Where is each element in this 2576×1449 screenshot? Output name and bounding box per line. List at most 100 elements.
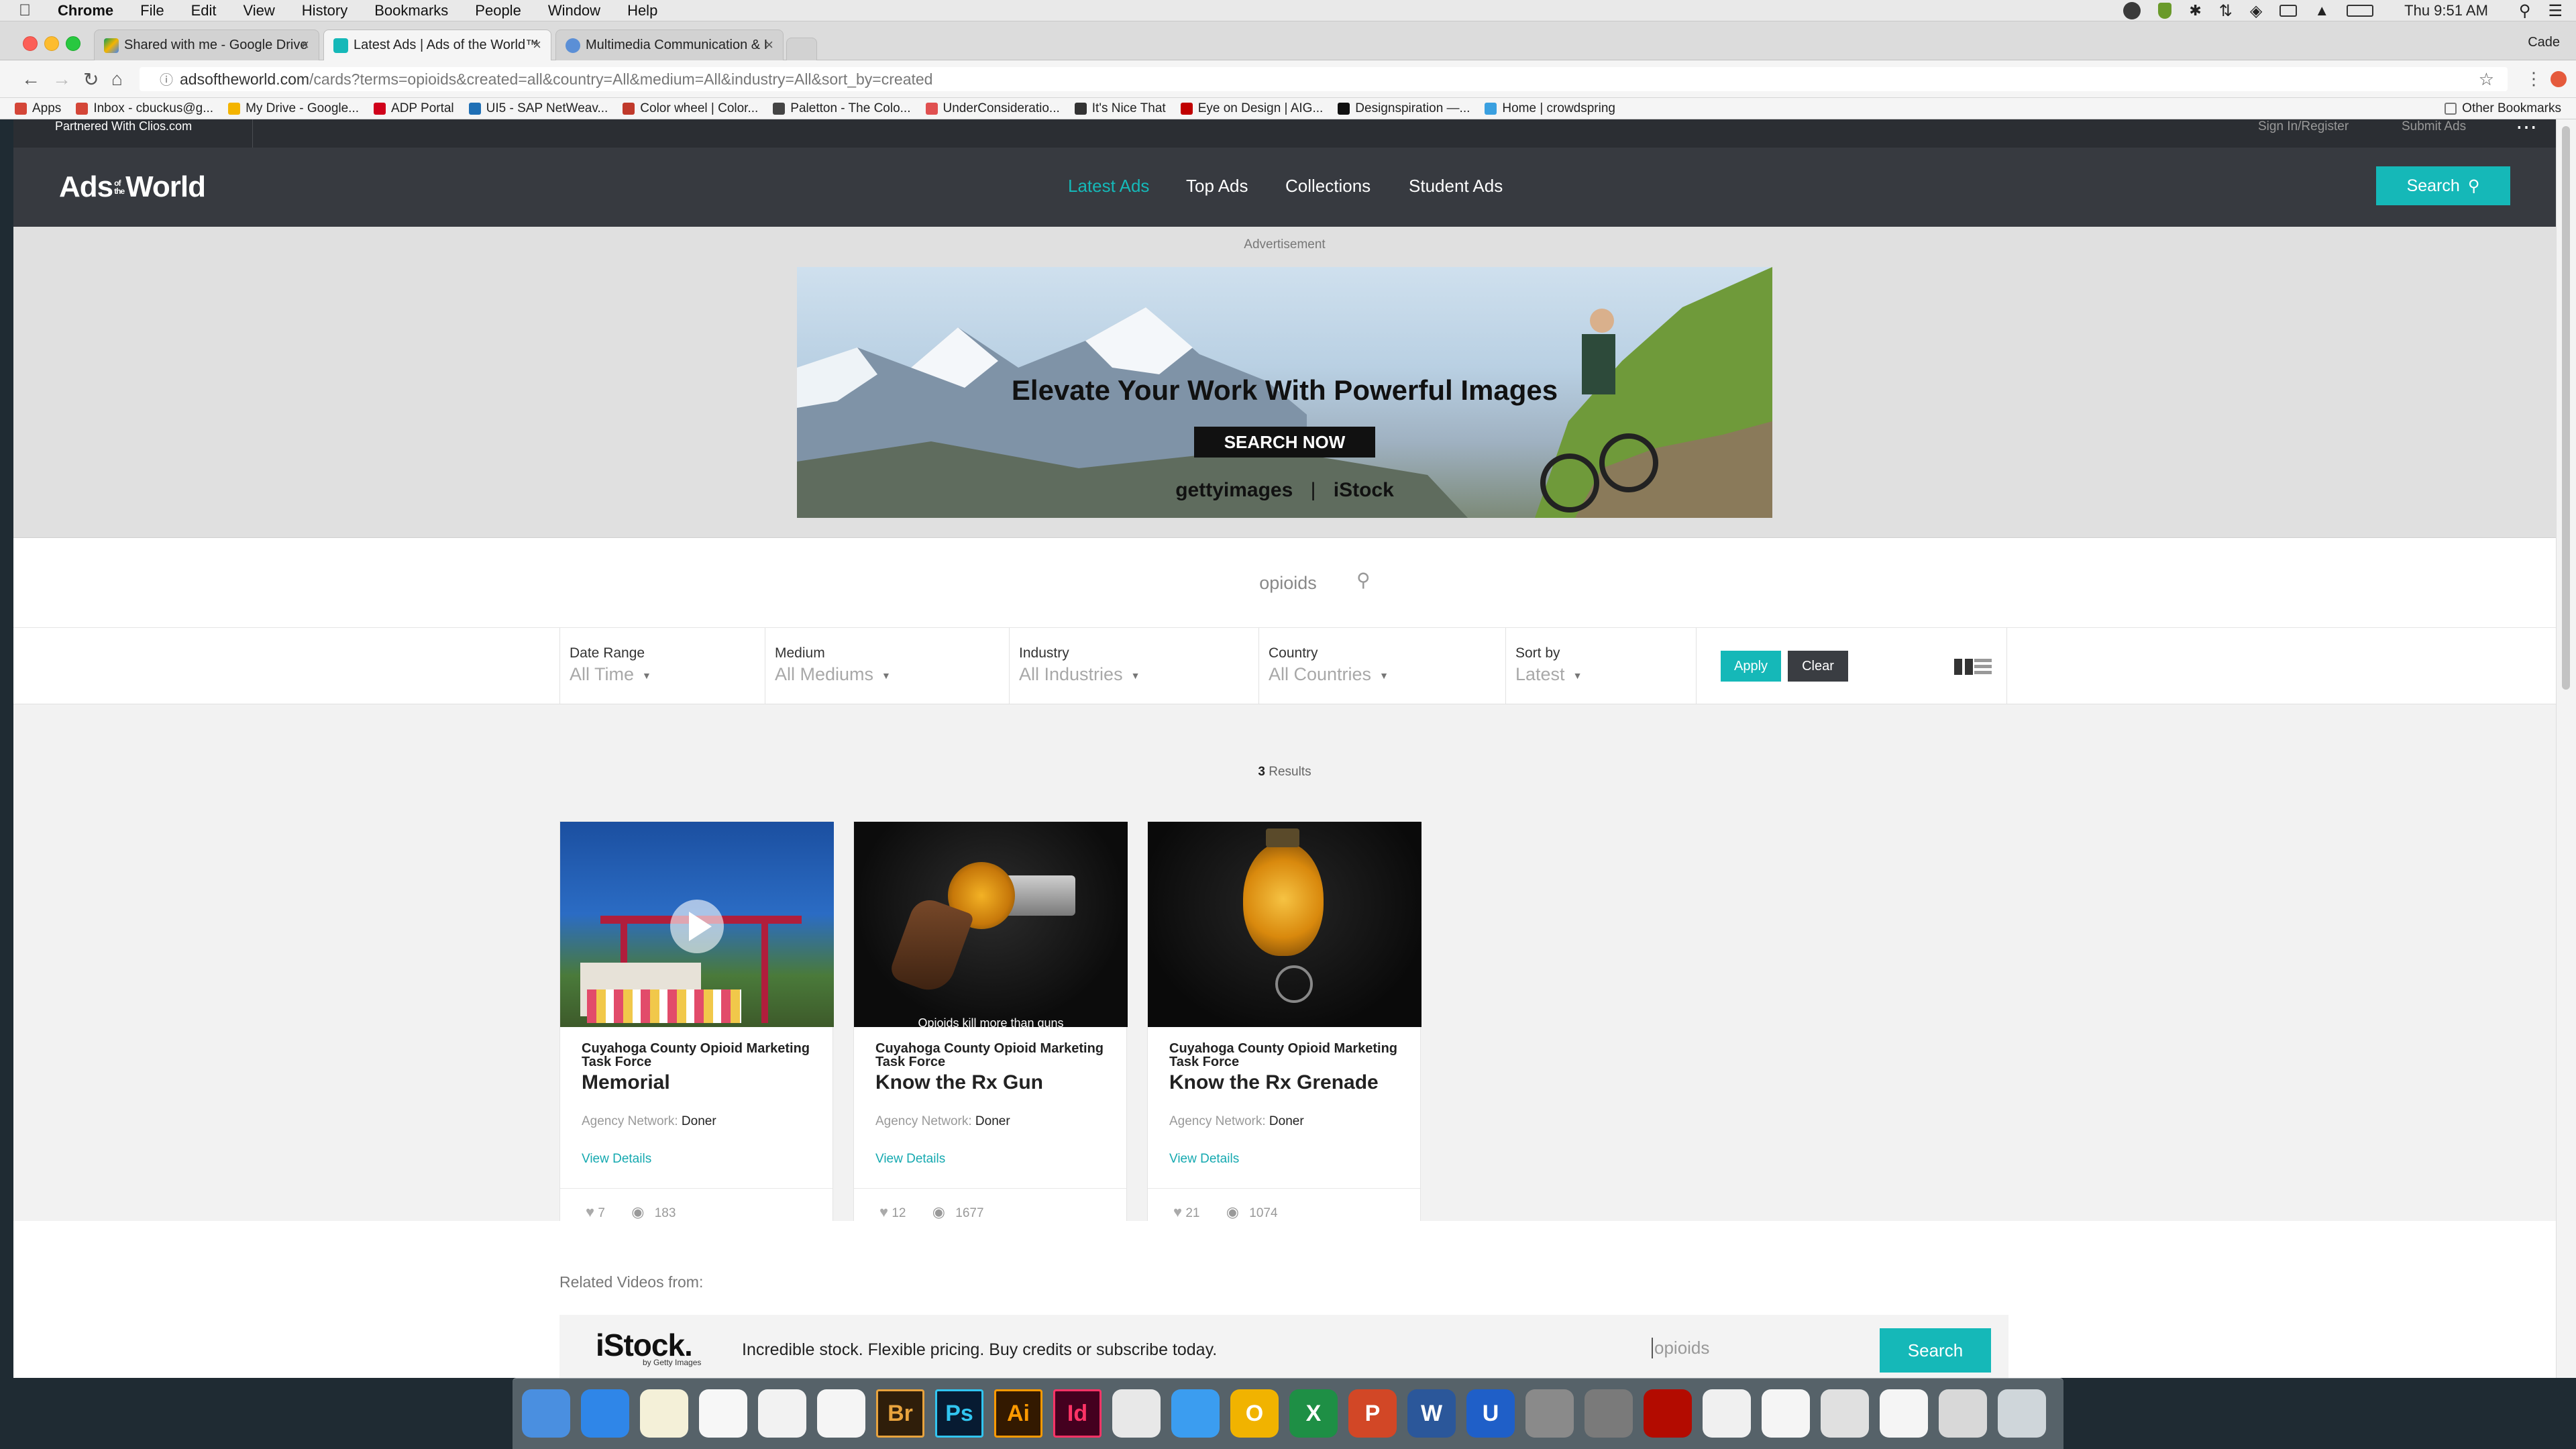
view-details-link[interactable]: View Details bbox=[875, 1152, 945, 1167]
document-icon[interactable] bbox=[1703, 1389, 1751, 1438]
sync-icon[interactable]: ⇅ bbox=[2219, 1, 2233, 21]
status-app-icon[interactable] bbox=[2123, 2, 2141, 19]
close-tab-icon[interactable]: × bbox=[301, 36, 309, 54]
bookmark-item[interactable]: Color wheel | Color... bbox=[623, 101, 758, 116]
new-tab-button[interactable] bbox=[786, 38, 817, 60]
preview-icon[interactable] bbox=[1939, 1389, 1987, 1438]
indesign-icon[interactable]: Id bbox=[1053, 1389, 1102, 1438]
reload-icon[interactable]: ↻ bbox=[83, 68, 99, 91]
filter-country[interactable]: Country All Countries ▼ bbox=[1258, 628, 1505, 704]
card-client[interactable]: Cuyahoga County Opioid Marketing Task Fo… bbox=[875, 1042, 1110, 1069]
menu-window[interactable]: Window bbox=[548, 2, 600, 19]
word-icon[interactable]: W bbox=[1407, 1389, 1456, 1438]
sign-in-link[interactable]: Sign In/Register bbox=[2258, 119, 2349, 134]
heart-icon[interactable]: ♥ bbox=[879, 1203, 888, 1220]
messages-icon[interactable] bbox=[1171, 1389, 1220, 1438]
bookmark-item[interactable]: Home | crowdspring bbox=[1485, 101, 1615, 116]
url-field[interactable]: ⓘ adsoftheworld.com/cards?terms=opioids&c… bbox=[140, 67, 2508, 91]
illustrator-icon[interactable]: Ai bbox=[994, 1389, 1042, 1438]
nav-latest-ads[interactable]: Latest Ads bbox=[1068, 176, 1149, 197]
bookmark-star-icon[interactable]: ☆ bbox=[2479, 67, 2494, 91]
excel-icon[interactable]: X bbox=[1289, 1389, 1338, 1438]
card-client[interactable]: Cuyahoga County Opioid Marketing Task Fo… bbox=[582, 1042, 816, 1069]
card-thumbnail[interactable] bbox=[560, 822, 834, 1027]
volume-icon[interactable]: ▲ bbox=[2314, 2, 2329, 19]
ad-banner[interactable]: Elevate Your Work With Powerful Images S… bbox=[797, 267, 1772, 518]
ultra-icon[interactable]: U bbox=[1466, 1389, 1515, 1438]
menu-edit[interactable]: Edit bbox=[191, 2, 217, 19]
agency-value[interactable]: Doner bbox=[975, 1114, 1010, 1128]
bridge-icon[interactable]: Br bbox=[876, 1389, 924, 1438]
bookmark-item[interactable]: Apps bbox=[15, 101, 61, 116]
menu-history[interactable]: History bbox=[302, 2, 347, 19]
nav-collections[interactable]: Collections bbox=[1285, 176, 1371, 197]
page-scrollbar[interactable] bbox=[2556, 119, 2576, 1378]
filter-medium[interactable]: Medium All Mediums ▼ bbox=[765, 628, 1009, 704]
tab-ads-of-the-world[interactable]: Latest Ads | Ads of the World™ × bbox=[323, 30, 551, 60]
card-title[interactable]: Know the Rx Grenade bbox=[1169, 1071, 1379, 1094]
scrollbar-thumb[interactable] bbox=[2562, 126, 2570, 690]
trash-icon[interactable] bbox=[1998, 1389, 2046, 1438]
menu-people[interactable]: People bbox=[475, 2, 521, 19]
tab-multimedia[interactable]: Multimedia Communication & I × bbox=[555, 30, 784, 60]
partner-link[interactable]: Partnered With Clios.com bbox=[55, 119, 192, 133]
screenshot-icon[interactable] bbox=[1821, 1389, 1869, 1438]
info-icon[interactable]: ⓘ bbox=[160, 73, 173, 88]
itunes-icon[interactable] bbox=[817, 1389, 865, 1438]
card-thumbnail[interactable] bbox=[1148, 822, 1421, 1027]
chrome-icon[interactable] bbox=[1112, 1389, 1161, 1438]
wifi-icon[interactable]: ◈ bbox=[2250, 1, 2262, 21]
bluetooth-icon[interactable]: ✱ bbox=[2189, 2, 2201, 19]
ad-cta-button[interactable]: SEARCH NOW bbox=[1194, 427, 1375, 458]
notes-icon[interactable] bbox=[640, 1389, 688, 1438]
grid-view-icon[interactable] bbox=[1954, 659, 1973, 675]
view-details-link[interactable]: View Details bbox=[582, 1152, 651, 1167]
menu-app-name[interactable]: Chrome bbox=[58, 2, 113, 19]
other-bookmarks[interactable]: Other Bookmarks bbox=[2445, 101, 2561, 116]
outlook-icon[interactable]: O bbox=[1230, 1389, 1279, 1438]
header-search-button[interactable]: Search ⚲ bbox=[2376, 166, 2510, 205]
istock-search-input[interactable]: opioids bbox=[1652, 1338, 1853, 1358]
system-preferences-icon[interactable] bbox=[1585, 1389, 1633, 1438]
finder-icon[interactable] bbox=[522, 1389, 570, 1438]
battery-icon[interactable] bbox=[2347, 5, 2374, 17]
close-tab-icon[interactable]: × bbox=[765, 36, 773, 54]
ad-card[interactable]: Cuyahoga County Opioid Marketing Task Fo… bbox=[1147, 821, 1421, 1234]
photoshop-icon[interactable]: Ps bbox=[935, 1389, 983, 1438]
acrobat-icon[interactable] bbox=[1644, 1389, 1692, 1438]
filter-industry[interactable]: Industry All Industries ▼ bbox=[1009, 628, 1258, 704]
close-window-button[interactable] bbox=[23, 36, 38, 51]
submit-ads-link[interactable]: Submit Ads bbox=[2402, 119, 2466, 134]
psd-file-icon[interactable] bbox=[1762, 1389, 1810, 1438]
search-icon[interactable]: ⚲ bbox=[1356, 569, 1371, 591]
menu-file[interactable]: File bbox=[140, 2, 164, 19]
ad-card[interactable]: Cuyahoga County Opioid Marketing Task Fo… bbox=[559, 821, 834, 1234]
card-client[interactable]: Cuyahoga County Opioid Marketing Task Fo… bbox=[1169, 1042, 1404, 1069]
view-details-link[interactable]: View Details bbox=[1169, 1152, 1239, 1167]
extension-icon[interactable] bbox=[2551, 71, 2567, 87]
bookmark-item[interactable]: My Drive - Google... bbox=[228, 101, 359, 116]
close-tab-icon[interactable]: × bbox=[533, 36, 541, 54]
nav-student-ads[interactable]: Student Ads bbox=[1409, 176, 1503, 197]
menu-bookmarks[interactable]: Bookmarks bbox=[374, 2, 448, 19]
bookmark-item[interactable]: UnderConsideratio... bbox=[925, 101, 1060, 116]
bookmark-item[interactable]: ADP Portal bbox=[374, 101, 454, 116]
bookmark-item[interactable]: Paletton - The Colo... bbox=[773, 101, 911, 116]
bookmark-item[interactable]: It's Nice That bbox=[1074, 101, 1166, 116]
filter-date-range[interactable]: Date Range All Time ▼ bbox=[559, 628, 765, 704]
safari-icon[interactable] bbox=[581, 1389, 629, 1438]
powerpoint-icon[interactable]: P bbox=[1348, 1389, 1397, 1438]
heart-icon[interactable]: ♥ bbox=[586, 1203, 594, 1220]
photos-icon[interactable] bbox=[758, 1389, 806, 1438]
profile-name[interactable]: Cade bbox=[2528, 35, 2560, 50]
search-input[interactable]: opioids bbox=[1167, 566, 1409, 600]
bookmark-item[interactable]: Eye on Design | AIG... bbox=[1180, 101, 1323, 116]
bookmark-item[interactable]: Designspiration —... bbox=[1338, 101, 1470, 116]
site-logo[interactable]: Ads of the World bbox=[59, 170, 206, 204]
apple-icon[interactable]:  bbox=[19, 1, 31, 20]
agency-value[interactable]: Doner bbox=[1269, 1114, 1304, 1128]
istock-search-button[interactable]: Search bbox=[1880, 1328, 1991, 1373]
heart-icon[interactable]: ♥ bbox=[1173, 1203, 1182, 1220]
menu-view[interactable]: View bbox=[244, 2, 275, 19]
clear-button[interactable]: Clear bbox=[1788, 651, 1848, 682]
